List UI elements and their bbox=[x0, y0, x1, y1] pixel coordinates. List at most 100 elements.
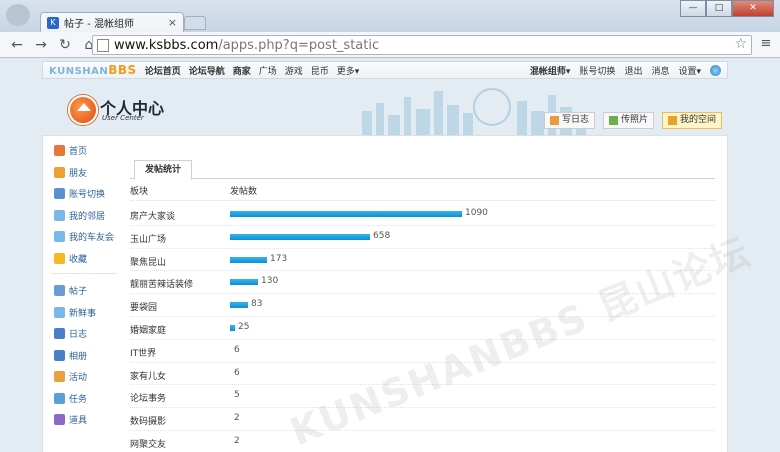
stats-tabbar: 发帖统计 bbox=[130, 158, 715, 180]
sidebar-item[interactable]: 活动 bbox=[43, 366, 125, 388]
reload-button[interactable]: ↻ bbox=[56, 36, 74, 54]
settings-menu[interactable]: 设置▾ bbox=[678, 64, 701, 77]
site-favicon-icon: K bbox=[47, 16, 59, 29]
nav-merchants[interactable]: 商家 bbox=[233, 64, 251, 77]
sidebar-item[interactable]: 日志 bbox=[43, 323, 125, 345]
sidebar-item[interactable]: 相册 bbox=[43, 345, 125, 367]
sidebar-item[interactable]: 朋友 bbox=[43, 162, 125, 184]
nav-square[interactable]: 广场 bbox=[259, 64, 277, 77]
close-window-button[interactable]: ✕ bbox=[732, 0, 774, 17]
board-name-link[interactable]: 靓丽苦辣话装修 bbox=[130, 277, 193, 290]
board-name-link[interactable]: 要袋园 bbox=[130, 300, 157, 313]
post-count-bar bbox=[230, 233, 370, 240]
table-row: IT世界 6 bbox=[130, 340, 715, 363]
nav-forum-home[interactable]: 论坛首页 bbox=[145, 64, 181, 77]
board-name-link[interactable]: 聚焦昆山 bbox=[130, 255, 166, 268]
page-icon bbox=[97, 38, 109, 52]
site-logo[interactable]: KUNSHANBBS bbox=[49, 63, 137, 77]
tab-close-icon[interactable]: × bbox=[168, 16, 177, 29]
new-tab-button[interactable] bbox=[184, 16, 206, 30]
sidebar-item-label: 日志 bbox=[69, 330, 88, 341]
sidebar-item[interactable]: 任务 bbox=[43, 388, 125, 410]
site-top-nav: KUNSHANBBS 论坛首页 论坛导航 商家 广场 游戏 昆币 更多▾ 混帐组… bbox=[42, 61, 728, 79]
table-row: 网聚交友 2 bbox=[130, 431, 715, 452]
board-name-link[interactable]: 房产大家谈 bbox=[130, 209, 175, 222]
star-icon bbox=[54, 252, 65, 264]
browser-menu-icon[interactable]: ≡ bbox=[758, 36, 774, 52]
sidebar-item[interactable]: 道具 bbox=[43, 409, 125, 431]
sidebar-item-label: 我的邻居 bbox=[69, 211, 106, 222]
sidebar-item[interactable]: 收藏 bbox=[43, 248, 125, 270]
url-text: www.ksbbs.com/apps.php?q=post_static bbox=[114, 37, 380, 53]
sidebar-item[interactable]: 首页 bbox=[43, 140, 125, 162]
nav-games[interactable]: 游戏 bbox=[285, 64, 303, 77]
sidebar-item-label: 道具 bbox=[69, 416, 88, 427]
forward-button[interactable]: → bbox=[32, 36, 50, 54]
back-button[interactable]: ← bbox=[8, 36, 26, 54]
board-name-link[interactable]: 婚姻家庭 bbox=[130, 323, 166, 336]
board-name-link[interactable]: 玉山广场 bbox=[130, 232, 166, 245]
switch-account-link[interactable]: 账号切换 bbox=[579, 64, 615, 77]
board-name-link[interactable]: 网聚交友 bbox=[130, 437, 166, 450]
table-row: 要袋园 83 bbox=[130, 294, 715, 317]
board-name-link[interactable]: 家有儿女 bbox=[130, 369, 166, 382]
sidebar-item-label: 首页 bbox=[69, 147, 88, 158]
browser-user-icon[interactable] bbox=[6, 4, 30, 26]
nav-forum-guide[interactable]: 论坛导航 bbox=[189, 64, 225, 77]
tab-post-stats[interactable]: 发帖统计 bbox=[134, 160, 193, 180]
sidebar-divider bbox=[51, 273, 117, 274]
sidebar-item-label: 账号切换 bbox=[69, 190, 106, 201]
user-center-home-icon bbox=[68, 95, 98, 125]
user-avatar-icon[interactable] bbox=[710, 64, 721, 76]
minimize-button[interactable]: — bbox=[680, 0, 706, 17]
post-count-bar bbox=[230, 211, 462, 217]
table-row: 靓丽苦辣话装修 130 bbox=[130, 271, 715, 295]
sidebar-item[interactable]: 我的邻居 bbox=[43, 205, 125, 227]
nav-more[interactable]: 更多▾ bbox=[337, 64, 360, 77]
sidebar-item[interactable]: 我的车友会 bbox=[43, 226, 125, 248]
messages-link[interactable]: 消息 bbox=[651, 64, 669, 77]
news-icon bbox=[54, 306, 65, 318]
user-center-subtitle: User Center bbox=[102, 114, 144, 122]
stats-table-body: 房产大家谈 1090 玉山广场 658 聚焦昆山 173 靓丽苦辣话装修 130 要袋园 83 婚姻… bbox=[130, 203, 715, 452]
home-icon bbox=[54, 145, 65, 157]
table-row: 聚焦昆山 173 bbox=[130, 249, 715, 272]
write-diary-button[interactable]: 写日志 bbox=[543, 112, 595, 129]
sidebar-item[interactable]: 账号切换 bbox=[43, 183, 125, 205]
bookmark-star-icon[interactable]: ☆ bbox=[734, 36, 747, 52]
tab-title: 帖子 - 混帐组师 bbox=[64, 19, 134, 30]
car-club-icon bbox=[54, 231, 65, 243]
board-name-link[interactable]: IT世界 bbox=[130, 346, 156, 359]
friends-icon bbox=[54, 166, 65, 178]
sidebar-item[interactable]: 新鲜事 bbox=[43, 302, 125, 324]
sidebar-item[interactable]: 帖子 bbox=[43, 280, 125, 302]
logout-link[interactable]: 退出 bbox=[624, 64, 642, 77]
post-icon bbox=[54, 285, 65, 297]
board-name-link[interactable]: 论坛事务 bbox=[130, 391, 166, 404]
sidebar-item-label: 我的车友会 bbox=[69, 233, 115, 244]
table-row: 论坛事务 5 bbox=[130, 385, 715, 409]
sidebar-item-label: 收藏 bbox=[69, 254, 88, 265]
sidebar-item-label: 朋友 bbox=[69, 168, 88, 179]
nav-coins[interactable]: 昆币 bbox=[311, 64, 329, 77]
switch-account-icon bbox=[54, 188, 65, 200]
col-board-header: 板块 bbox=[130, 187, 149, 197]
user-menu[interactable]: 混帐组师▾ bbox=[530, 64, 571, 77]
address-bar[interactable]: www.ksbbs.com/apps.php?q=post_static ☆ bbox=[92, 35, 752, 55]
sidebar-item-label: 相册 bbox=[69, 351, 88, 362]
user-center-banner: 个人中心 User Center 写日志 传照片 我的空间 bbox=[42, 81, 728, 135]
sidebar: 首页朋友账号切换我的邻居我的车友会收藏 帖子 新鲜事日志相册活动 任务道具 bbox=[43, 136, 125, 452]
post-count-value: 83 bbox=[251, 299, 263, 310]
browser-tab[interactable]: K 帖子 - 混帐组师 × bbox=[40, 12, 184, 32]
content-panel: 首页朋友账号切换我的邻居我的车友会收藏 帖子 新鲜事日志相册活动 任务道具 发帖统计… bbox=[42, 135, 757, 452]
my-space-button[interactable]: 我的空间 bbox=[661, 112, 722, 129]
stats-table-header: 板块 发帖数 bbox=[130, 181, 715, 201]
sidebar-group-apps: 帖子 新鲜事日志相册活动 任务道具 bbox=[43, 280, 125, 431]
table-row: 玉山广场 658 bbox=[130, 226, 715, 249]
maximize-button[interactable]: □ bbox=[706, 0, 732, 17]
post-count-value: 1090 bbox=[465, 208, 488, 218]
board-name-link[interactable]: 数码摄影 bbox=[130, 414, 166, 427]
upload-photo-button[interactable]: 传照片 bbox=[602, 112, 654, 129]
col-count-header: 发帖数 bbox=[230, 187, 258, 197]
page-body: KUNSHANBBS 论坛首页 论坛导航 商家 广场 游戏 昆币 更多▾ 混帐组… bbox=[0, 59, 780, 452]
